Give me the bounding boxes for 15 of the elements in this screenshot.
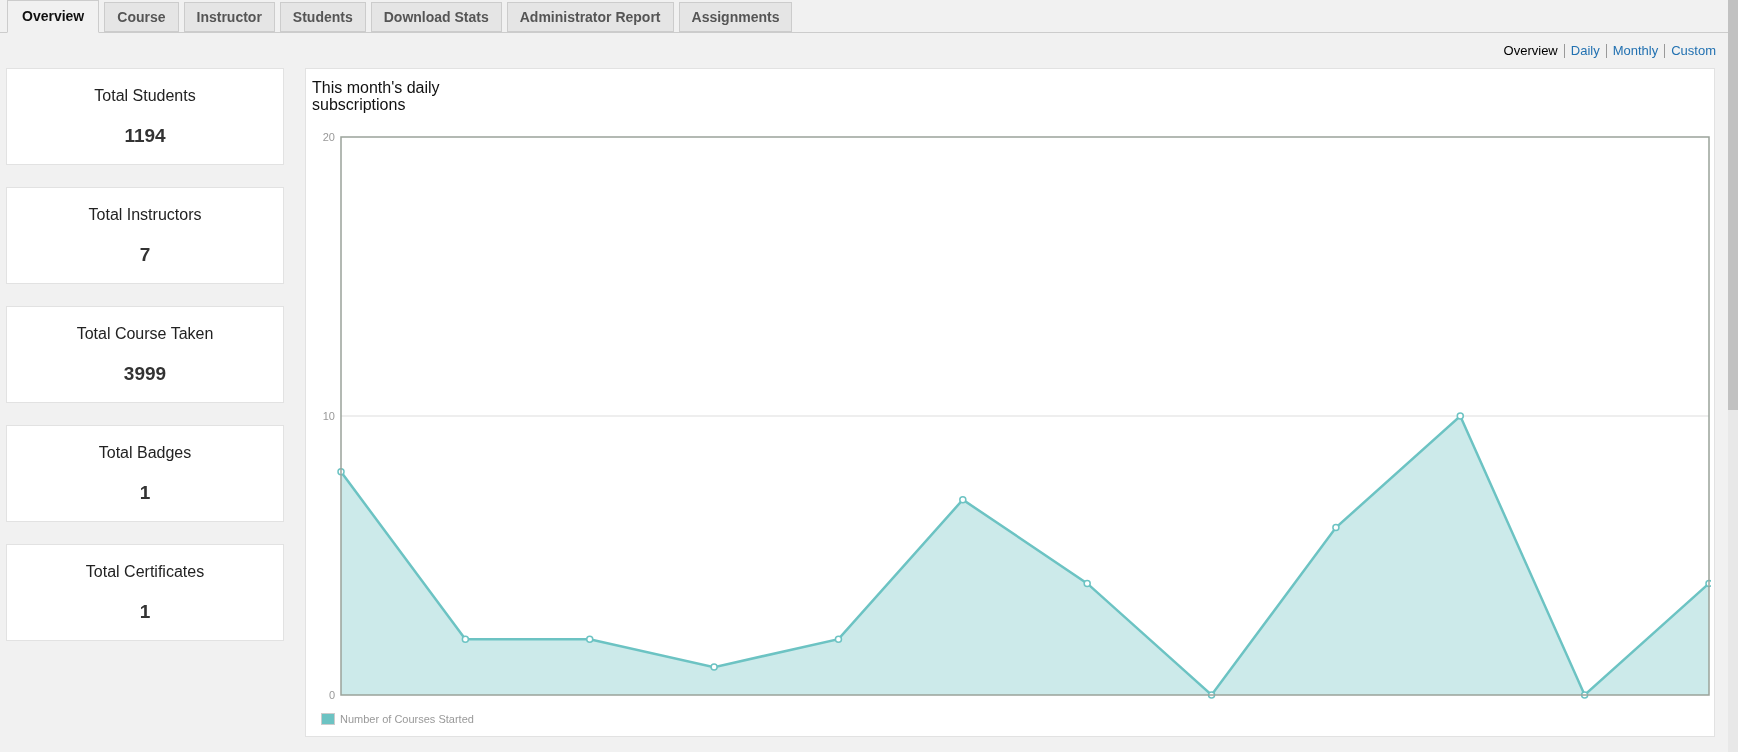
stat-label: Total Instructors	[88, 205, 202, 225]
stat-label: Total Students	[94, 86, 196, 106]
stat-value: 7	[139, 243, 151, 267]
stat-label: Total Badges	[98, 443, 192, 463]
axis-tick-label: 20	[322, 131, 335, 143]
stat-value: 3999	[123, 362, 167, 386]
axis-tick-label: 0	[328, 689, 335, 701]
stat-label: Total Course Taken	[76, 324, 214, 344]
chart-title: This month's daily subscriptions	[311, 79, 441, 115]
axis-tick-label: 10	[322, 410, 335, 422]
stat-value: 1	[139, 481, 151, 505]
legend-label: Number of Courses Started	[340, 712, 474, 727]
stat-label: Total Certificates	[85, 562, 205, 582]
stat-value: 1194	[124, 124, 166, 148]
stat-value: 1	[139, 600, 151, 624]
